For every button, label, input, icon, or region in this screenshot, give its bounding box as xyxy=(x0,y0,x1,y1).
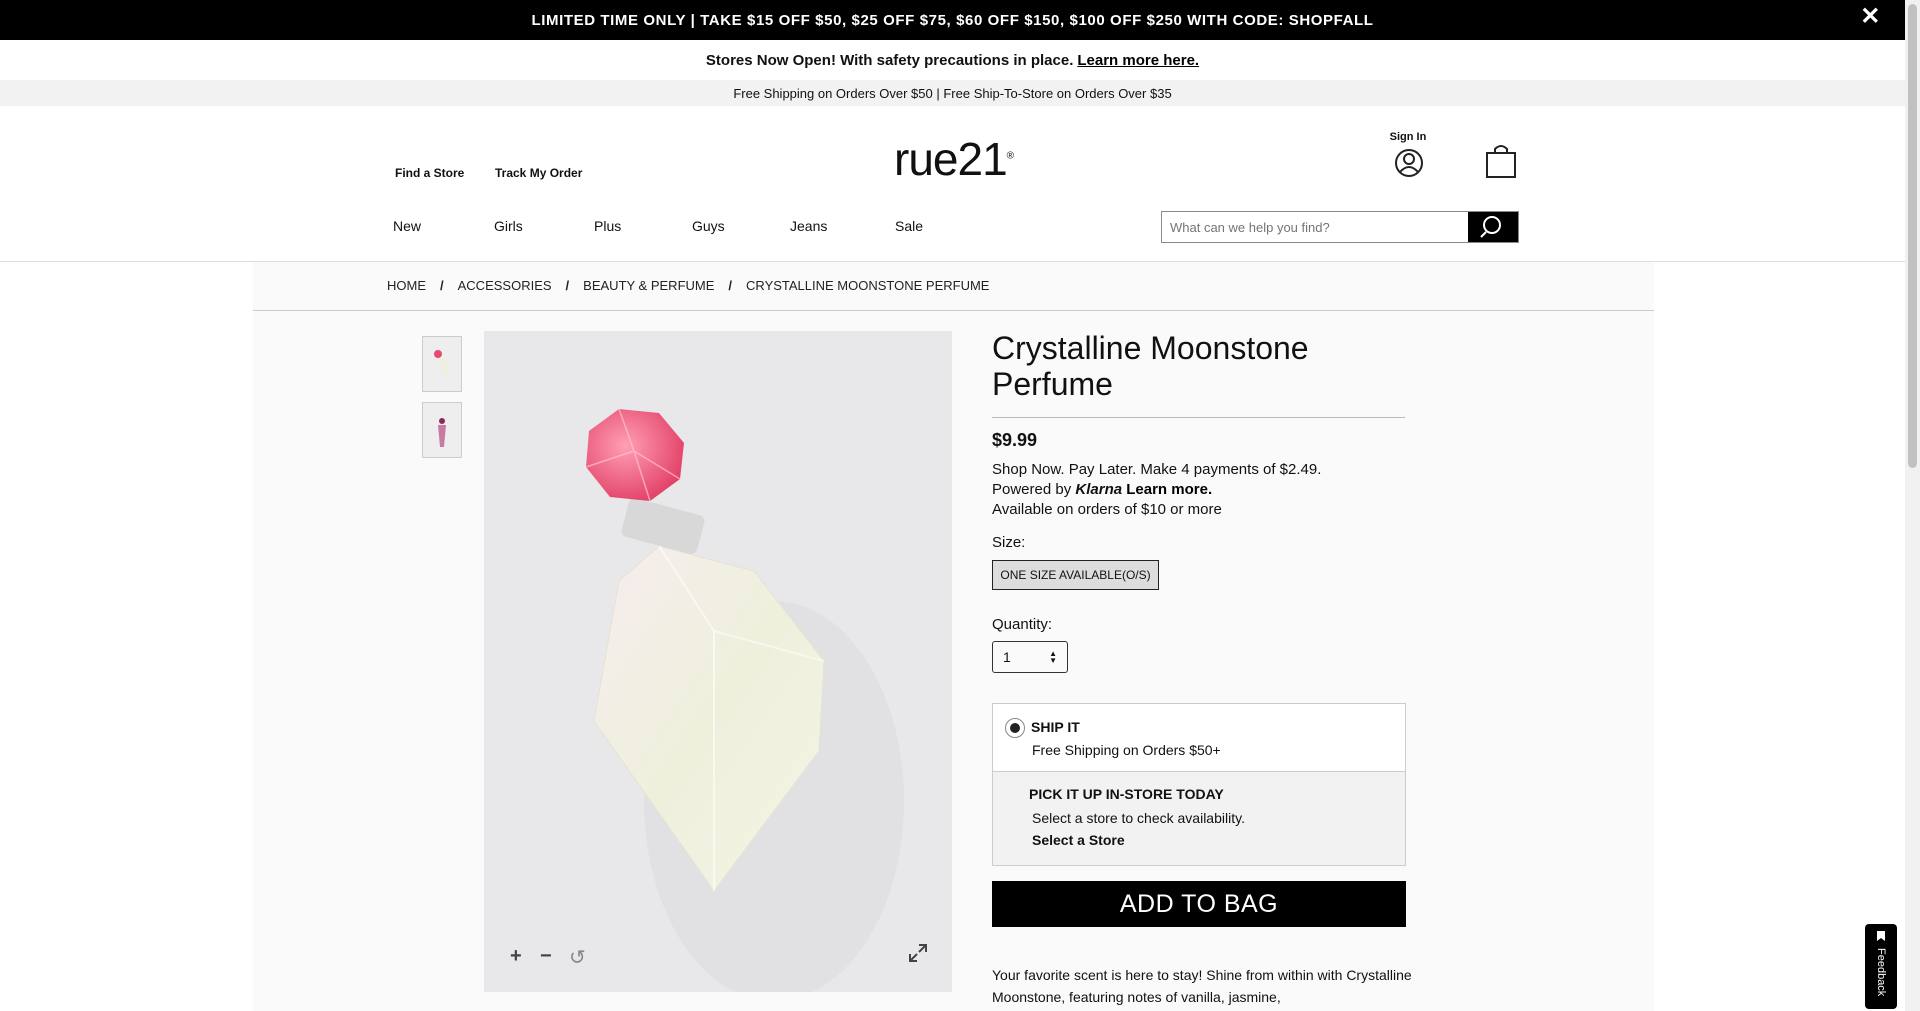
logo-text: rue21 xyxy=(894,133,1008,185)
sign-in-label[interactable]: Sign In xyxy=(1388,131,1428,143)
nav-item-sale[interactable]: Sale xyxy=(895,218,923,234)
stores-learn-more-link[interactable]: Learn more here. xyxy=(1077,52,1199,69)
breadcrumb-separator: / xyxy=(440,278,444,293)
perfume-thumb-image xyxy=(438,418,446,447)
track-order-link[interactable]: Track My Order xyxy=(495,166,582,180)
perfume-thumb-image xyxy=(434,350,449,381)
nav-item-guys[interactable]: Guys xyxy=(692,218,725,234)
stores-notice-text: Stores Now Open! With safety precautions… xyxy=(705,51,1074,69)
klarna-promo: Shop Now. Pay Later. Make 4 payments of … xyxy=(992,460,1322,520)
product-price: $9.99 xyxy=(992,430,1038,450)
close-icon[interactable]: ✕ xyxy=(1860,2,1881,31)
zoom-out-icon[interactable]: − xyxy=(540,945,552,968)
pickup-title: PICK IT UP IN-STORE TODAY xyxy=(1029,786,1224,802)
search-bar xyxy=(1161,211,1519,243)
scrollbar-thumb[interactable] xyxy=(1908,4,1917,468)
ship-it-subtitle: Free Shipping on Orders $50+ xyxy=(1032,742,1221,758)
nav-item-jeans[interactable]: Jeans xyxy=(790,218,827,234)
klarna-learn-more-link[interactable]: Learn more. xyxy=(1126,481,1212,498)
registered-mark: ® xyxy=(1006,150,1014,162)
logo[interactable]: rue21® xyxy=(894,132,1014,186)
pickup-option[interactable]: PICK IT UP IN-STORE TODAY Select a store… xyxy=(993,772,1405,865)
breadcrumb-separator: / xyxy=(565,278,570,293)
search-button[interactable] xyxy=(1468,212,1518,242)
reset-zoom-icon[interactable]: ↺ xyxy=(569,945,586,970)
stepper-arrows-icon[interactable]: ▲ ▼ xyxy=(1049,650,1057,665)
user-icon[interactable] xyxy=(1394,148,1424,178)
product-description: Your favorite scent is here to stay! Shi… xyxy=(992,967,1412,1005)
nav-item-plus[interactable]: Plus xyxy=(594,218,621,234)
product-main-image[interactable]: + − ↺ xyxy=(484,331,952,992)
content-area xyxy=(253,262,1654,1011)
search-input[interactable] xyxy=(1162,212,1468,242)
shipping-notice: Free Shipping on Orders Over $50 | Free … xyxy=(0,80,1905,106)
product-title: Crystalline Moonstone Perfume xyxy=(992,330,1309,402)
radio-selected-dot xyxy=(1010,723,1020,733)
add-to-bag-button[interactable]: ADD TO BAG xyxy=(992,881,1406,927)
breadcrumb-separator: / xyxy=(728,278,733,293)
divider xyxy=(253,310,1654,311)
search-icon xyxy=(1480,216,1501,238)
quantity-value: 1 xyxy=(1003,649,1011,665)
ship-it-title: SHIP IT xyxy=(1031,719,1080,735)
divider xyxy=(992,417,1405,418)
page-scrollbar[interactable] xyxy=(1905,0,1920,1011)
shopping-bag-icon[interactable] xyxy=(1486,144,1516,178)
shipping-notice-text: Free Shipping on Orders Over $50 | Free … xyxy=(733,85,1172,101)
breadcrumb-beauty-perfume[interactable]: BEAUTY & PERFUME xyxy=(583,278,714,293)
fullscreen-icon[interactable] xyxy=(908,943,928,963)
site-header: Find a Store Track My Order rue21® Sign … xyxy=(0,106,1905,262)
feedback-label: Feedback xyxy=(1875,948,1887,997)
product-thumbnail-1[interactable] xyxy=(422,336,462,392)
select-store-link[interactable]: Select a Store xyxy=(1032,832,1125,848)
quantity-label: Quantity: xyxy=(992,616,1053,633)
perfume-bottle-image xyxy=(585,408,904,992)
nav-item-girls[interactable]: Girls xyxy=(494,218,523,234)
product-thumbnail-2[interactable] xyxy=(422,402,462,458)
breadcrumb-home[interactable]: HOME xyxy=(387,278,426,293)
size-label: Size: xyxy=(992,534,1026,551)
feedback-icon xyxy=(1877,931,1885,941)
breadcrumb: HOME / ACCESSORIES / BEAUTY & PERFUME / … xyxy=(387,278,989,293)
promo-banner: LIMITED TIME ONLY | TAKE $15 OFF $50, $2… xyxy=(0,0,1905,40)
klarna-line2: Available on orders of $10 or more xyxy=(992,501,1222,518)
nav-item-new[interactable]: New xyxy=(393,218,421,234)
fulfillment-options: SHIP IT Free Shipping on Orders $50+ PIC… xyxy=(992,703,1406,866)
ship-it-option[interactable]: SHIP IT Free Shipping on Orders $50+ xyxy=(993,704,1405,772)
quantity-stepper[interactable]: 1 ▲ ▼ xyxy=(992,641,1068,673)
zoom-in-icon[interactable]: + xyxy=(510,945,522,968)
promo-text: LIMITED TIME ONLY | TAKE $15 OFF $50, $2… xyxy=(531,11,1374,29)
size-option-button[interactable]: ONE SIZE AVAILABLE(O/S) xyxy=(992,560,1159,590)
klarna-logo: Klarna xyxy=(1075,481,1123,498)
ship-it-radio[interactable] xyxy=(1005,718,1025,738)
breadcrumb-current: CRYSTALLINE MOONSTONE PERFUME xyxy=(746,278,990,293)
find-store-link[interactable]: Find a Store xyxy=(395,166,464,180)
stores-notice: Stores Now Open! With safety precautions… xyxy=(0,40,1905,80)
feedback-tab[interactable]: Feedback xyxy=(1865,924,1897,1009)
breadcrumb-accessories[interactable]: ACCESSORIES xyxy=(458,278,552,293)
pickup-subtitle: Select a store to check availability. xyxy=(1032,810,1245,826)
